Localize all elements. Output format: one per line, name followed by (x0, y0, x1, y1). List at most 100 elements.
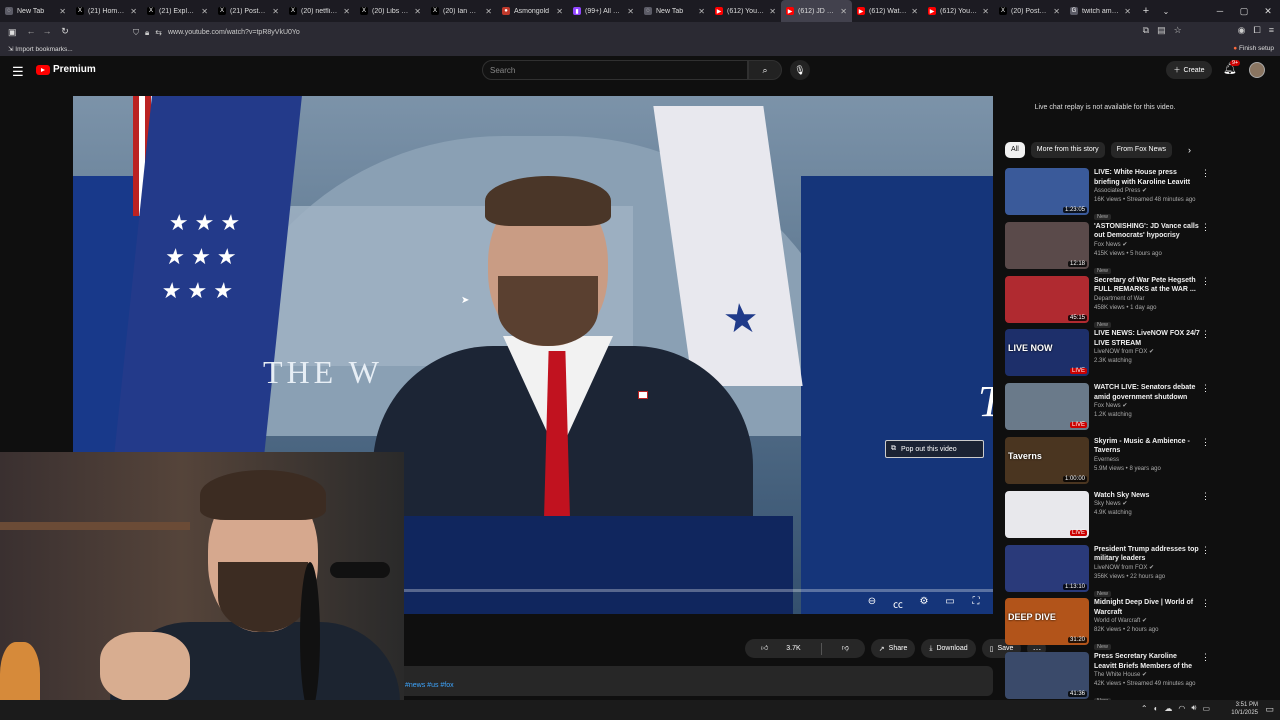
reload-icon[interactable]: ↻ (56, 26, 74, 37)
tab-close-icon[interactable]: ✕ (556, 7, 563, 16)
recommendation-title[interactable]: President Trump addresses top military l… (1094, 545, 1200, 564)
wifi-icon[interactable]: ◠ (1178, 704, 1185, 713)
channel-name[interactable]: Fox News ✔ (1094, 241, 1200, 250)
recommendation-title[interactable]: LIVE NEWS: LiveNOW FOX 24/7 LIVE STREAM (1094, 329, 1200, 348)
channel-name[interactable]: The White House ✔ (1094, 671, 1200, 680)
channel-name[interactable]: Fox News ✔ (1094, 402, 1200, 411)
video-thumbnail[interactable]: LIVE (1005, 383, 1089, 431)
more-options-icon[interactable]: ⋮ (1201, 383, 1210, 394)
tab-close-icon[interactable]: ✕ (982, 7, 989, 16)
shield-icon[interactable]: ⛉ (133, 28, 139, 38)
recommendation-title[interactable]: Watch Sky News (1094, 491, 1200, 501)
browser-tab[interactable]: ● Asmongold ✕ (497, 0, 568, 22)
more-options-icon[interactable]: ⋮ (1201, 168, 1210, 179)
browser-tab[interactable]: ▶ (612) Watch las ✕ (852, 0, 923, 22)
more-options-icon[interactable]: ⋮ (1201, 652, 1210, 663)
search-input[interactable]: Search (482, 60, 748, 80)
browser-tab[interactable]: Gtwitch amazon ✕ (1065, 0, 1136, 22)
tray-app-icon[interactable]: ◐ (1154, 704, 1159, 713)
maximize-icon[interactable]: ▢ (1232, 0, 1256, 22)
tray-expand-icon[interactable]: ⌃ (1141, 704, 1148, 713)
minimize-icon[interactable]: ─ (1208, 0, 1232, 22)
close-window-icon[interactable]: ✕ (1256, 0, 1280, 22)
recommendation-item[interactable]: Taverns 1:00:00 Skyrim - Music & Ambience … (1005, 435, 1210, 489)
captions-icon[interactable]: ㏄ (891, 596, 905, 611)
more-options-icon[interactable]: ⋮ (1201, 222, 1210, 233)
cloud-icon[interactable]: ☁ (1164, 704, 1172, 713)
fullscreen-icon[interactable]: ⛶ (969, 596, 983, 611)
guide-menu-icon[interactable]: ☰ (12, 64, 24, 80)
import-bookmarks-link[interactable]: ⇲ Import bookmarks... (8, 45, 73, 53)
recommendation-item[interactable]: 45:15 Secretary of War Pete Hegseth FULL … (1005, 274, 1210, 328)
video-thumbnail[interactable]: 1:23:05 (1005, 168, 1089, 215)
browser-tab[interactable]: ◌ New Tab ✕ (639, 0, 710, 22)
recommendation-item[interactable]: LIVE Watch Sky News Sky News ✔ 4.9K watchin… (1005, 489, 1210, 543)
more-options-icon[interactable]: ⋮ (1201, 545, 1210, 556)
search-button[interactable]: ⌕ (748, 60, 782, 80)
more-options-icon[interactable]: ⋮ (1201, 276, 1210, 287)
more-options-icon[interactable]: ⋮ (1201, 437, 1210, 448)
settings-gear-icon[interactable]: ⚙ (917, 596, 931, 611)
video-thumbnail[interactable]: 12:18 (1005, 221, 1089, 269)
create-button[interactable]: ＋ Create (1166, 61, 1212, 79)
recommendation-title[interactable]: Midnight Deep Dive | World of Warcraft (1094, 598, 1200, 617)
recommendation-item[interactable]: LIVE WATCH LIVE: Senators debate amid gov… (1005, 381, 1210, 435)
more-options-icon[interactable]: ⋮ (1201, 491, 1210, 502)
more-options-icon[interactable]: ⋮ (1201, 598, 1210, 609)
browser-tab[interactable]: ▶ (612) YouTube ✕ (923, 0, 994, 22)
clock[interactable]: 3:51 PM 10/1/2025 (1231, 701, 1258, 717)
tab-close-icon[interactable]: ✕ (59, 7, 66, 16)
recommendation-title[interactable]: WATCH LIVE: Senators debate amid governm… (1094, 383, 1200, 402)
more-options-icon[interactable]: ⋮ (1201, 329, 1210, 340)
reader-view-icon[interactable]: ▤ (1157, 25, 1166, 36)
video-thumbnail[interactable]: LIVE NOW LIVE (1005, 329, 1089, 377)
browser-tab[interactable]: X (20) Libs of TikT ✕ (355, 0, 426, 22)
recommendation-item[interactable]: DEEP DIVE 31:20 Midnight Deep Dive | World… (1005, 596, 1210, 651)
tab-close-icon[interactable]: ✕ (130, 7, 137, 16)
permissions-icon[interactable]: ⇆ (155, 28, 162, 37)
browser-tab[interactable]: X (20) Ian Miles C ✕ (426, 0, 497, 22)
finish-setup-link[interactable]: ● Finish setup (1233, 45, 1274, 52)
filter-chip[interactable]: All (1005, 142, 1025, 158)
video-thumbnail[interactable]: 45:15 (1005, 275, 1089, 323)
tab-close-icon[interactable]: ✕ (769, 7, 776, 16)
lock-icon[interactable]: 🔒︎ (145, 28, 149, 38)
tab-close-icon[interactable]: ✕ (1053, 7, 1060, 16)
download-button[interactable]: ⤓ Download (921, 639, 976, 658)
filter-chip[interactable]: More from this story (1030, 142, 1105, 158)
account-icon[interactable]: ◉ (1238, 25, 1246, 36)
recommendation-title[interactable]: Skyrim - Music & Ambience - Taverns (1094, 437, 1200, 456)
tab-close-icon[interactable]: ✕ (1124, 7, 1131, 16)
recommendation-item[interactable]: 41:36 Press Secretary Karoline Leavitt Br… (1005, 650, 1210, 705)
recommendation-title[interactable]: LIVE: White House press briefing with Ka… (1094, 168, 1200, 187)
tab-close-icon[interactable]: ✕ (698, 7, 705, 16)
browser-tab[interactable]: X (20) netflix - Se ✕ (284, 0, 355, 22)
extensions-icon[interactable]: ⧠ (1254, 25, 1261, 36)
browser-tab[interactable]: X (21) Explore / X✕ (142, 0, 213, 22)
forward-icon[interactable]: → (38, 26, 56, 36)
recommendation-item[interactable]: LIVE NOW LIVE LIVE NEWS: LiveNOW FOX 24/7 … (1005, 327, 1210, 381)
pop-out-video-button[interactable]: ⧉ Pop out this video (885, 440, 984, 458)
browser-tab[interactable]: X (21) Posts liked ✕ (213, 0, 284, 22)
voice-search-button[interactable]: 🎙︎ (790, 60, 810, 80)
recommendation-title[interactable]: Secretary of War Pete Hegseth FULL REMAR… (1094, 276, 1200, 295)
url-text[interactable]: www.youtube.com/watch?v=tpR8yVkU0Yo (168, 29, 300, 36)
channel-name[interactable]: LiveNOW from FOX ✔ (1094, 348, 1200, 357)
filter-chip[interactable]: From Fox News (1110, 142, 1173, 158)
video-thumbnail[interactable]: 1:13:10 (1005, 544, 1089, 592)
video-thumbnail[interactable]: Taverns 1:00:00 (1005, 436, 1089, 484)
video-thumbnail[interactable]: DEEP DIVE 31:20 (1005, 598, 1089, 646)
tab-close-icon[interactable]: ✕ (414, 7, 421, 16)
browser-tab[interactable]: ▮ (99+) All Categ ✕ (568, 0, 639, 22)
account-avatar[interactable] (1249, 62, 1265, 78)
picture-in-picture-icon[interactable]: ⧉ (1143, 25, 1149, 36)
tab-list-menu-icon[interactable]: ⌄ (1156, 7, 1176, 16)
tab-close-icon[interactable]: ✕ (911, 7, 918, 16)
browser-tab[interactable]: ▶ (612) YouTube ✕ (710, 0, 781, 22)
video-thumbnail[interactable]: LIVE (1005, 490, 1089, 538)
youtube-logo[interactable]: Premium (36, 64, 96, 75)
channel-name[interactable]: LiveNOW from FOX ✔ (1094, 564, 1200, 573)
notification-center-icon[interactable]: ▭ (1265, 704, 1274, 715)
recommendation-title[interactable]: Press Secretary Karoline Leavitt Briefs … (1094, 652, 1200, 671)
tab-close-icon[interactable]: ✕ (627, 7, 634, 16)
